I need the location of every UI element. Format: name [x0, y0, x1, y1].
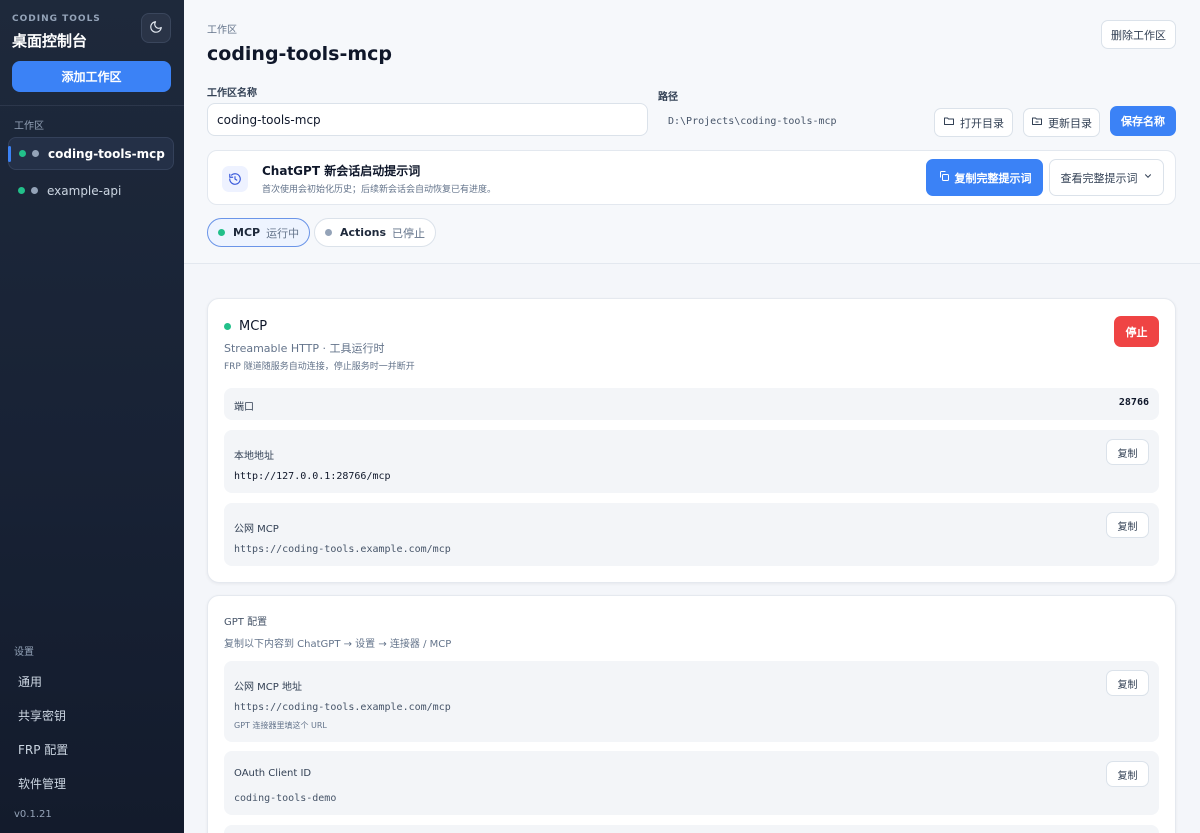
workspace-name: coding-tools-mcp [48, 146, 165, 161]
workspace-name-input[interactable] [207, 103, 648, 136]
port-label: 端口 [234, 402, 254, 413]
next-config-row [224, 825, 1159, 833]
path-value: D:\Projects\coding-tools-mcp [668, 116, 837, 127]
public-mcp-row: 公网 MCP https://coding-tools.example.com/… [224, 503, 1159, 566]
local-address-row: 本地地址 http://127.0.0.1:28766/mcp 复制 [224, 430, 1159, 493]
gpt-config-subtitle: 复制以下内容到 ChatGPT → 设置 → 连接器 / MCP [224, 639, 452, 650]
mcp-card-header: MCP [224, 319, 267, 334]
service-pill-label: Actions [340, 226, 386, 239]
copy-public-mcp-url-button[interactable]: 复制 [1106, 670, 1149, 696]
sidebar: CODING TOOLS 桌面控制台 添加工作区 工作区 coding-tool… [0, 0, 184, 833]
service-pill-status: 运行中 [266, 226, 300, 240]
port-row: 端口 28766 [224, 388, 1159, 420]
page-eyebrow: 工作区 [207, 25, 237, 36]
oauth-client-id-label: OAuth Client ID [234, 768, 312, 779]
copy-local-address-button[interactable]: 复制 [1106, 439, 1149, 465]
public-mcp-url-note: GPT 连接器里填这个 URL [234, 721, 327, 730]
workspace-header: 工作区 coding-tools-mcp 删除工作区 工作区名称 路径 D:\P… [184, 0, 1200, 264]
open-directory-button[interactable]: 打开目录 [934, 108, 1013, 137]
copy-full-prompt-button[interactable]: 复制完整提示词 [926, 159, 1043, 196]
port-value: 28766 [1118, 397, 1149, 408]
sidebar-item-software-management[interactable]: 软件管理 [18, 775, 66, 792]
chevron-down-icon [1143, 171, 1153, 184]
gpt-config-title: GPT 配置 [224, 617, 268, 628]
mcp-status-dot [18, 187, 25, 194]
copy-public-mcp-button[interactable]: 复制 [1106, 512, 1149, 538]
workspace-name-label: 工作区名称 [207, 88, 257, 99]
folder-icon [943, 115, 955, 130]
sidebar-item-example-api[interactable]: example-api [8, 174, 174, 207]
mcp-card-note: FRP 隧道随服务自动连接，停止服务时一并断开 [224, 362, 415, 372]
workspaces-heading: 工作区 [14, 121, 44, 132]
folder-sync-icon [1031, 115, 1043, 130]
view-full-prompt-label: 查看完整提示词 [1060, 171, 1138, 185]
update-directory-button[interactable]: 更新目录 [1023, 108, 1100, 137]
page-title: coding-tools-mcp [207, 43, 392, 65]
version-label: v0.1.21 [14, 809, 52, 820]
public-mcp-url-row: 公网 MCP 地址 https://coding-tools.example.c… [224, 661, 1159, 742]
main-content: 工作区 coding-tools-mcp 删除工作区 工作区名称 路径 D:\P… [184, 0, 1200, 833]
mcp-service-card: MCP Streamable HTTP · 工具运行时 FRP 隧道随服务自动连… [207, 298, 1176, 583]
local-address-label: 本地地址 [234, 451, 274, 462]
copy-icon [938, 170, 950, 185]
brand-title: 桌面控制台 [12, 32, 88, 50]
gpt-config-card: GPT 配置 复制以下内容到 ChatGPT → 设置 → 连接器 / MCP … [207, 595, 1176, 833]
mcp-card-subtitle: Streamable HTTP · 工具运行时 [224, 342, 385, 355]
brand-eyebrow: CODING TOOLS [12, 14, 101, 24]
service-pill-label: MCP [233, 226, 261, 239]
open-directory-label: 打开目录 [960, 116, 1004, 130]
oauth-client-id-row: OAuth Client ID coding-tools-demo 复制 [224, 751, 1159, 815]
sidebar-item-general[interactable]: 通用 [18, 673, 42, 690]
save-name-button[interactable]: 保存名称 [1110, 106, 1176, 136]
sidebar-divider [0, 105, 184, 106]
oauth-client-id-value: coding-tools-demo [234, 793, 337, 804]
settings-heading: 设置 [14, 647, 34, 658]
prompt-title: ChatGPT 新会话启动提示词 [262, 164, 421, 178]
service-pill-status: 已停止 [392, 226, 425, 240]
public-mcp-value: https://coding-tools.example.com/mcp [234, 544, 451, 555]
update-directory-label: 更新目录 [1048, 116, 1092, 130]
local-address-value: http://127.0.0.1:28766/mcp [234, 471, 391, 482]
delete-workspace-button[interactable]: 删除工作区 [1101, 20, 1176, 49]
copy-full-prompt-label: 复制完整提示词 [954, 171, 1032, 185]
path-label: 路径 [658, 92, 678, 103]
add-workspace-button[interactable]: 添加工作区 [12, 61, 171, 92]
mcp-status-dot [19, 150, 26, 157]
stop-service-button[interactable]: 停止 [1114, 316, 1159, 347]
mcp-card-title: MCP [239, 319, 268, 334]
view-full-prompt-button[interactable]: 查看完整提示词 [1049, 159, 1164, 196]
sidebar-item-shared-secret[interactable]: 共享密钥 [18, 707, 66, 724]
actions-status-dot [32, 150, 39, 157]
service-pill-actions[interactable]: Actions 已停止 [314, 218, 436, 247]
running-status-dot [224, 323, 231, 330]
copy-oauth-client-id-button[interactable]: 复制 [1106, 761, 1149, 787]
service-pill-mcp[interactable]: MCP 运行中 [207, 218, 311, 247]
public-mcp-label: 公网 MCP [234, 524, 279, 535]
sidebar-item-frp-config[interactable]: FRP 配置 [18, 741, 68, 758]
prompt-card: ChatGPT 新会话启动提示词 首次使用会初始化历史；后续新会话会自动恢复已有… [207, 150, 1176, 205]
active-indicator [8, 146, 11, 162]
running-status-dot [218, 229, 225, 236]
public-mcp-url-label: 公网 MCP 地址 [234, 682, 302, 693]
theme-toggle-button[interactable] [141, 13, 171, 43]
history-icon [222, 166, 248, 192]
workspace-name: example-api [47, 183, 122, 198]
actions-status-dot [31, 187, 38, 194]
public-mcp-url-value: https://coding-tools.example.com/mcp [234, 702, 451, 713]
sidebar-item-coding-tools-mcp[interactable]: coding-tools-mcp [8, 137, 174, 170]
prompt-subtitle: 首次使用会初始化历史；后续新会话会自动恢复已有进度。 [262, 185, 497, 195]
stopped-status-dot [325, 229, 332, 236]
moon-icon [149, 19, 163, 38]
